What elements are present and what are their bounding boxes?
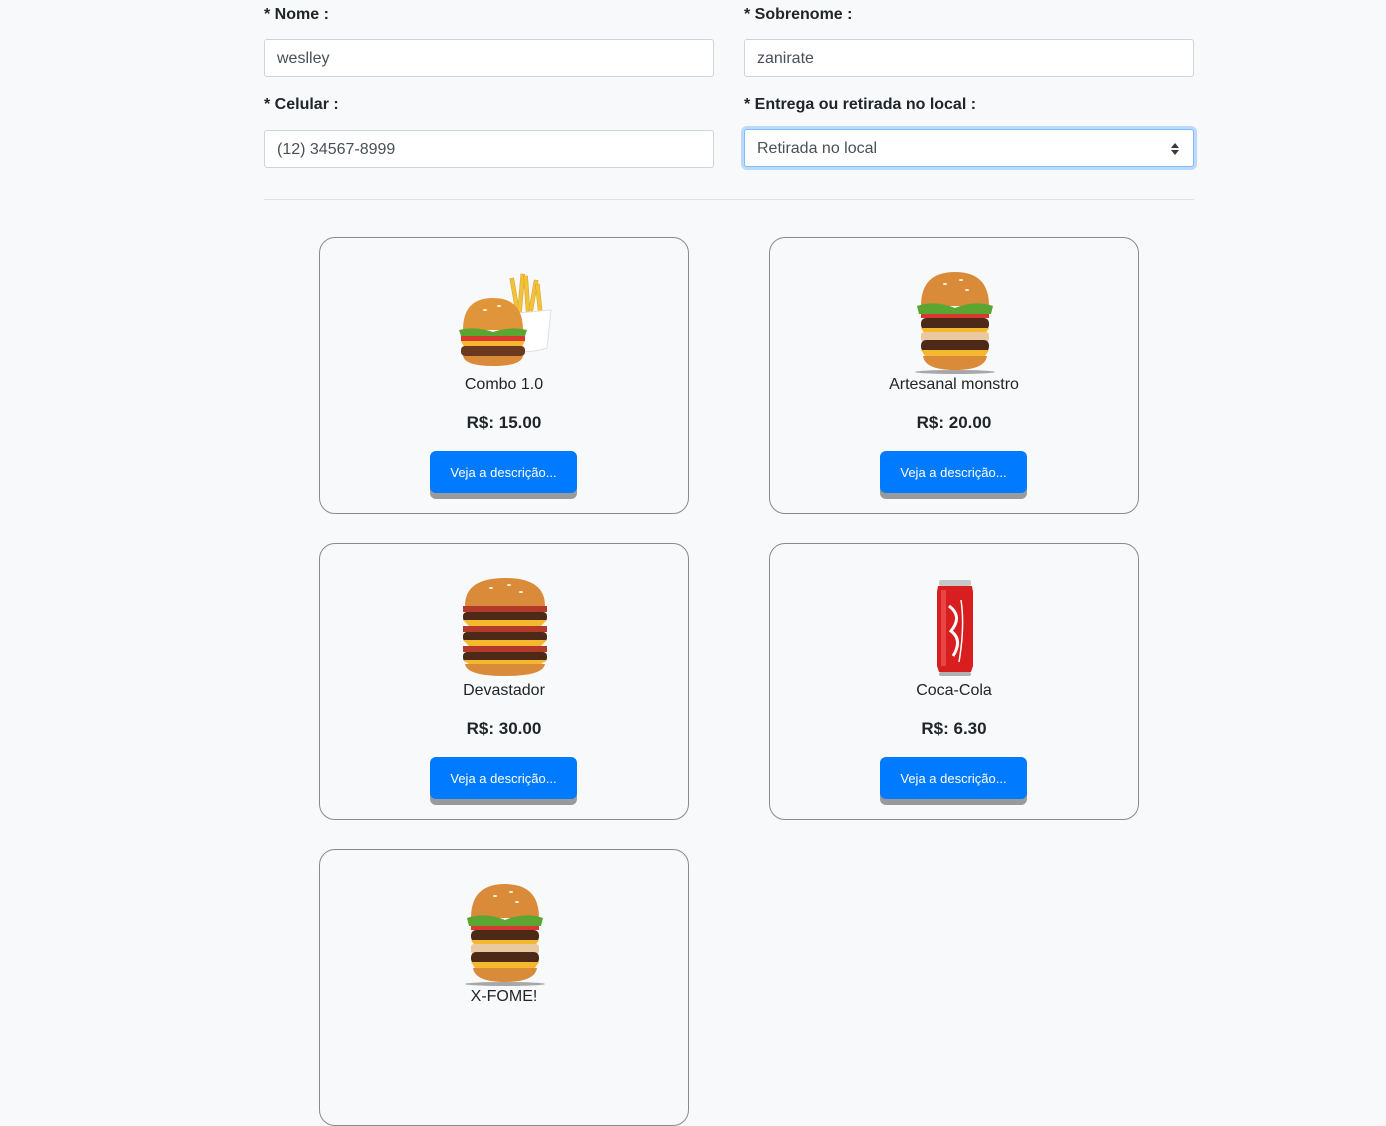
product-price: R$: 20.00 [916,413,992,432]
product-price: R$: 30.00 [466,719,542,738]
entrega-select[interactable]: Retirada no local [744,129,1194,167]
product-card: X-FOME! [319,849,689,1126]
product-price: R$: 6.30 [921,719,987,738]
nome-group: * Nome : weslley [264,4,714,77]
product-name: Artesanal monstro [889,376,1019,393]
entrega-label: * Entrega ou retirada no local : [744,96,977,113]
product-price: R$: 15.00 [466,413,542,432]
entrega-group: * Entrega ou retirada no local : Retirad… [744,94,1194,167]
celular-label: * Celular : [264,96,339,113]
product-name: X-FOME! [470,988,538,1005]
nome-label: * Nome : [264,6,329,23]
view-description-button[interactable]: Veja a descrição... [880,757,1027,799]
double-burger-icon [465,884,545,986]
nome-input[interactable]: weslley [264,39,714,77]
product-name: Coca-Cola [916,682,992,699]
product-card: Artesanal monstro R$: 20.00 Veja a descr… [769,237,1139,514]
product-name: Combo 1.0 [464,376,544,393]
product-card: Devastador R$: 30.00 Veja a descrição... [319,543,689,820]
product-card: Combo 1.0 R$: 15.00 Veja a descrição... [319,237,689,514]
sobrenome-group: * Sobrenome : zanirate [744,4,1194,77]
product-name: Devastador [463,682,545,699]
sobrenome-label: * Sobrenome : [744,6,853,23]
soda-can-icon [937,580,973,676]
entrega-selected-value: Retirada no local [757,140,878,157]
double-burger-icon [915,272,995,374]
burger-fries-icon [459,273,552,366]
select-arrows-icon [1171,143,1179,155]
view-description-button[interactable]: Veja a descrição... [880,451,1027,493]
product-card: Coca-Cola R$: 6.30 Veja a descrição... [769,543,1139,820]
view-description-button[interactable]: Veja a descrição... [430,451,577,493]
celular-group: * Celular : (12) 34567-8999 [264,94,714,168]
triple-burger-icon [463,578,547,676]
sobrenome-input[interactable]: zanirate [744,39,1194,77]
view-description-button[interactable]: Veja a descrição... [430,757,577,799]
celular-input[interactable]: (12) 34567-8999 [264,130,714,168]
section-divider [264,199,1194,200]
